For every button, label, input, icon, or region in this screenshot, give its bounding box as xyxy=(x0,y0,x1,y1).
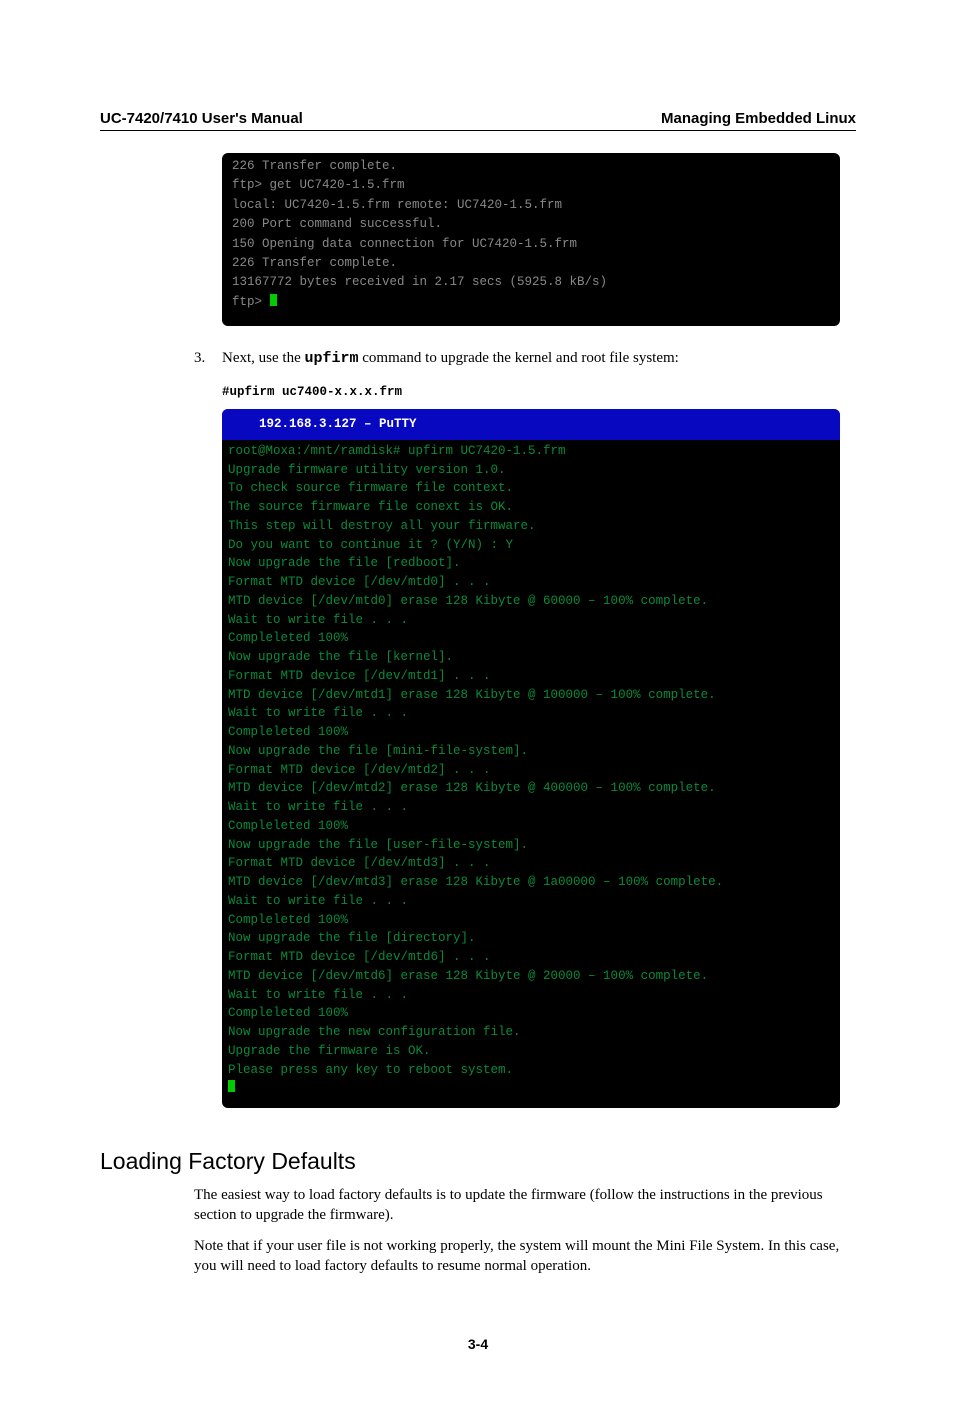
step-text-before: Next, use the xyxy=(222,350,304,366)
section-heading-loading-factory-defaults: Loading Factory Defaults xyxy=(100,1148,856,1175)
page-header: UC-7420/7410 User's Manual Managing Embe… xyxy=(100,110,856,131)
code-upfirm: upfirm xyxy=(304,350,358,367)
paragraph-1: The easiest way to load factory defaults… xyxy=(194,1185,856,1226)
putty-body: root@Moxa:/mnt/ramdisk# upfirm UC7420-1.… xyxy=(222,440,840,1098)
step-text: Next, use the upfirm command to upgrade … xyxy=(222,350,679,367)
terminal-putty: 192.168.3.127 – PuTTY root@Moxa:/mnt/ram… xyxy=(222,409,840,1108)
putty-titlebar: 192.168.3.127 – PuTTY xyxy=(222,409,840,440)
header-right: Managing Embedded Linux xyxy=(661,110,856,127)
cursor-icon xyxy=(228,1080,235,1092)
step-3: 3. Next, use the upfirm command to upgra… xyxy=(194,350,856,367)
cursor-icon xyxy=(270,294,277,306)
step-number: 3. xyxy=(194,350,222,367)
command-line: #upfirm uc7400-x.x.x.frm xyxy=(222,385,856,399)
terminal-output-ftp: 226 Transfer complete. ftp> get UC7420-1… xyxy=(222,153,840,326)
header-left: UC-7420/7410 User's Manual xyxy=(100,110,303,127)
terminal-ftp-text: 226 Transfer complete. ftp> get UC7420-1… xyxy=(232,159,607,309)
putty-body-text: root@Moxa:/mnt/ramdisk# upfirm UC7420-1.… xyxy=(228,444,723,1077)
step-text-after: command to upgrade the kernel and root f… xyxy=(359,350,679,366)
paragraph-2: Note that if your user file is not worki… xyxy=(194,1236,856,1277)
